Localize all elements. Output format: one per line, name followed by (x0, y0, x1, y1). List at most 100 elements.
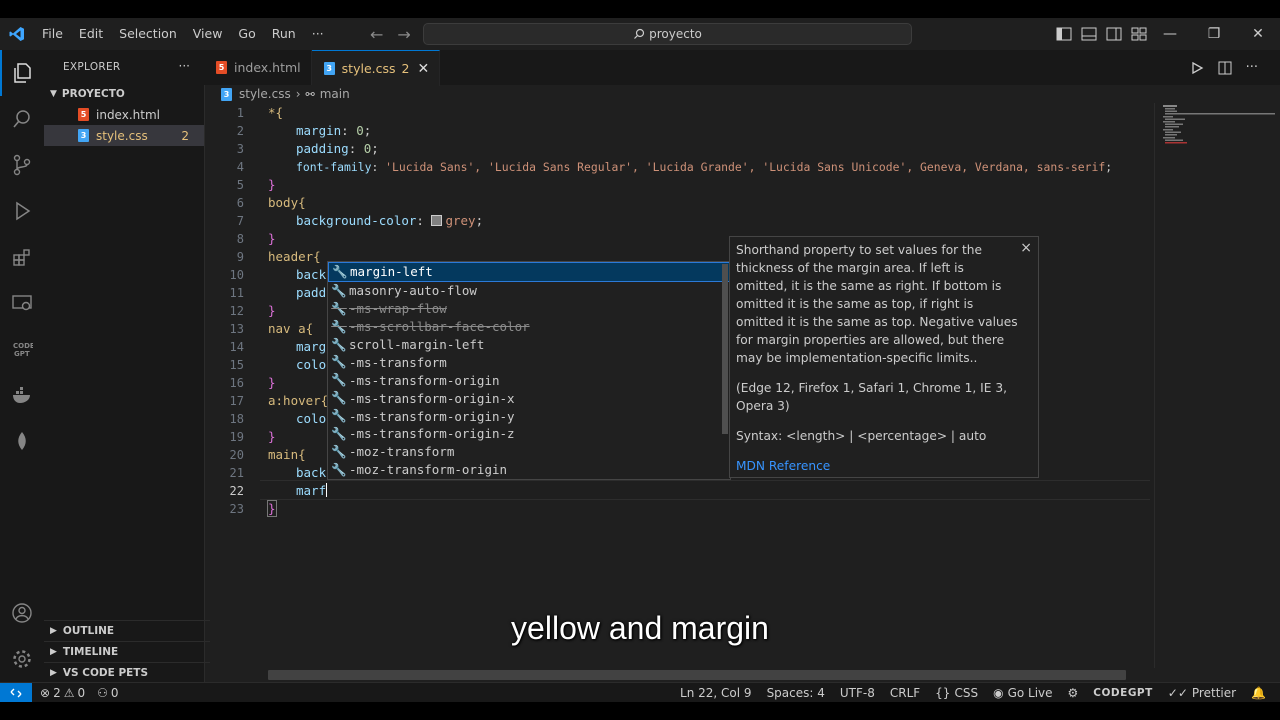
tab-style-css[interactable]: 3 style.css 2 ✕ (311, 50, 441, 86)
extension-status-icon[interactable]: ⚙ (1068, 686, 1079, 700)
source-control-icon[interactable] (0, 142, 44, 188)
codegpt-icon[interactable]: CODE GPT (0, 326, 44, 372)
code-token: main{ (268, 447, 306, 462)
folder-proyecto[interactable]: ▼ PROYECTO (44, 84, 204, 104)
minimize-icon[interactable]: — (1148, 18, 1192, 50)
minimap[interactable] (1154, 103, 1280, 668)
suggestion-item[interactable]: 🔧 -ms-scrollbar-face-color (328, 318, 730, 336)
suggestion-scrollbar[interactable] (722, 264, 728, 434)
go-live-button[interactable]: ◉ Go Live (993, 686, 1052, 700)
suggestion-item[interactable]: 🔧 -ms-transform-origin-y (328, 407, 730, 425)
suggestion-item[interactable]: 🔧 -moz-transform (328, 443, 730, 461)
code-token: marg (296, 339, 327, 354)
run-file-icon[interactable] (1190, 61, 1204, 75)
breadcrumb-file[interactable]: style.css (239, 87, 291, 101)
line-number: 3 (236, 142, 244, 156)
breadcrumb-symbol[interactable]: main (320, 87, 350, 101)
svg-text:GPT: GPT (14, 350, 30, 358)
wrench-icon: 🔧 (331, 282, 347, 298)
suggestion-item[interactable]: 🔧 margin-left (328, 262, 730, 282)
code-token: back (296, 465, 327, 480)
close-icon[interactable]: × (1020, 239, 1032, 257)
explorer-icon[interactable] (0, 50, 44, 96)
remote-explorer-icon[interactable] (0, 280, 44, 326)
suggestion-item[interactable]: 🔧 -ms-transform-origin (328, 371, 730, 389)
svg-text:CODE: CODE (13, 342, 33, 350)
toggle-secondary-sidebar-icon[interactable] (1106, 27, 1122, 41)
notifications-bell-icon[interactable]: 🔔 (1251, 686, 1266, 700)
suggestion-item[interactable]: 🔧 scroll-margin-left (328, 336, 730, 354)
horizontal-scrollbar[interactable] (268, 670, 1126, 680)
suggestion-item[interactable]: 🔧 masonry-auto-flow (328, 282, 730, 300)
docker-icon[interactable] (0, 372, 44, 418)
wrench-icon: 🔧 (331, 408, 347, 424)
code-token: padd (296, 285, 327, 300)
menu-go[interactable]: Go (230, 18, 263, 50)
ports-indicator[interactable]: ⚇ 0 (97, 686, 118, 700)
codegpt-status[interactable]: CODEGPT (1093, 687, 1153, 699)
command-center-search[interactable]: proyecto (423, 23, 912, 45)
vscode-pets-section[interactable]: ▶ VS CODE PETS (44, 662, 210, 683)
tab-problem-count: 2 (401, 61, 410, 76)
language-mode[interactable]: {} CSS (935, 686, 978, 700)
mongodb-leaf-icon[interactable] (0, 418, 44, 464)
line-number: 9 (236, 250, 244, 264)
editor-actions: ··· (1190, 50, 1258, 85)
chevron-right-icon: ▶ (50, 647, 57, 657)
extensions-icon[interactable] (0, 234, 44, 280)
explorer-more-button[interactable]: ··· (179, 59, 190, 73)
activity-bar: CODE GPT (0, 50, 44, 682)
video-caption: yellow and margin (511, 610, 769, 646)
prettier-status[interactable]: ✓✓ Prettier (1168, 686, 1236, 700)
suggestion-item[interactable]: 🔧 -moz-transform-origin (328, 461, 730, 479)
color-swatch-icon[interactable] (431, 215, 443, 226)
restore-icon[interactable]: ❐ (1192, 18, 1236, 50)
line-number: 16 (229, 376, 244, 390)
menu-more[interactable]: ··· (304, 18, 332, 50)
menu-file[interactable]: File (34, 18, 71, 50)
menu-view[interactable]: View (185, 18, 231, 50)
more-actions-button[interactable]: ··· (1246, 60, 1258, 75)
suggestion-item[interactable]: 🔧 -ms-transform (328, 353, 730, 371)
run-debug-icon[interactable] (0, 188, 44, 234)
encoding[interactable]: UTF-8 (840, 686, 875, 700)
tab-index-html[interactable]: 5 index.html (204, 50, 312, 85)
suggestion-item[interactable]: 🔧 -ms-wrap-flow (328, 300, 730, 318)
suggestion-item[interactable]: 🔧 -ms-transform-origin-z (328, 425, 730, 443)
menu-selection[interactable]: Selection (111, 18, 185, 50)
cursor-position[interactable]: Ln 22, Col 9 (680, 686, 752, 700)
file-style-css[interactable]: 3 style.css 2 (44, 125, 204, 146)
suggestion-widget: 🔧 margin-left 🔧 masonry-auto-flow 🔧 -ms-wra… (327, 261, 731, 480)
back-arrow-icon[interactable]: ← (370, 25, 383, 44)
line-number: 2 (236, 124, 244, 138)
indentation[interactable]: Spaces: 4 (767, 686, 825, 700)
split-editor-icon[interactable] (1218, 61, 1232, 75)
close-window-icon[interactable]: ✕ (1236, 18, 1280, 50)
broadcast-icon: ◉ (993, 686, 1004, 700)
menu-edit[interactable]: Edit (71, 18, 111, 50)
file-index-html[interactable]: 5 index.html (44, 104, 204, 125)
toggle-panel-icon[interactable] (1081, 27, 1097, 41)
code-token: body{ (268, 195, 306, 210)
end-of-line[interactable]: CRLF (890, 686, 920, 700)
chevron-right-icon: ▶ (50, 668, 57, 678)
toggle-sidebar-icon[interactable] (1056, 27, 1072, 41)
remote-indicator-icon[interactable] (0, 683, 32, 703)
warning-count: 0 (77, 686, 86, 700)
code-token: header{ (268, 249, 321, 264)
explorer-sidebar: EXPLORER ··· ▼ PROYECTO 5 index.html 3 s… (44, 50, 210, 682)
code-token: } (268, 375, 276, 390)
suggestion-label: -ms-scrollbar-face-color (349, 319, 530, 335)
line-number: 4 (236, 160, 244, 174)
suggestion-item[interactable]: 🔧 -ms-transform-origin-x (328, 389, 730, 407)
problems-indicator[interactable]: ⊗ 2 ⚠ 0 (40, 686, 85, 700)
search-activity-icon[interactable] (0, 96, 44, 142)
suggestion-label: margin-left (350, 264, 433, 280)
customize-layout-icon[interactable] (1131, 27, 1147, 41)
menu-run[interactable]: Run (264, 18, 304, 50)
close-tab-icon[interactable]: ✕ (417, 61, 429, 77)
file-label: style.css (96, 128, 148, 143)
code-token: } (268, 231, 276, 246)
mdn-reference-link[interactable]: MDN Reference (736, 459, 830, 473)
forward-arrow-icon[interactable]: → (397, 25, 410, 44)
